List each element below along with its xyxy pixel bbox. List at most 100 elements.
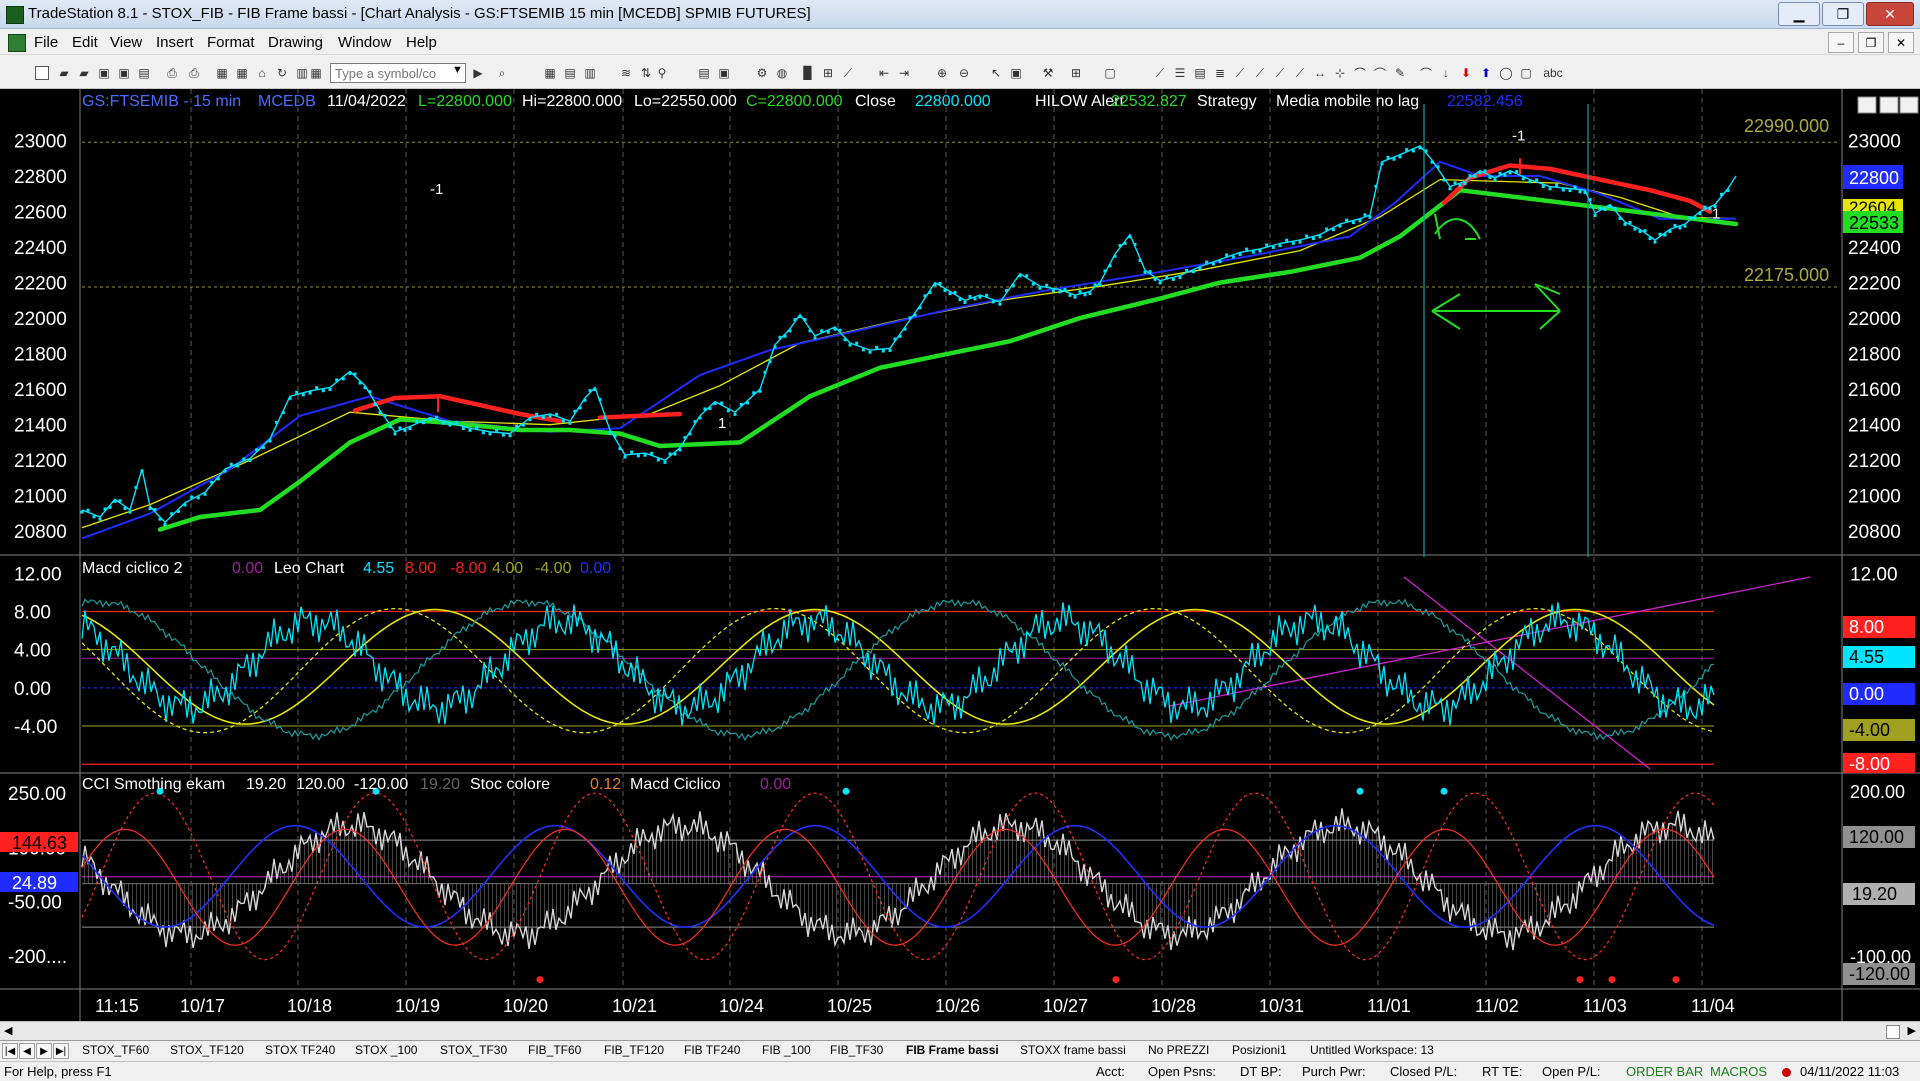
curve-icon[interactable]: ⌒: [1418, 65, 1434, 81]
tab-no-prezzi[interactable]: No PREZZI: [1148, 1043, 1209, 1059]
lock-icon[interactable]: ⌂: [254, 65, 270, 81]
pen-icon[interactable]: ✎: [1392, 65, 1408, 81]
time-cycle-icon[interactable]: ⊹: [1332, 65, 1348, 81]
tab-stox-tf60[interactable]: STOX_TF60: [82, 1043, 149, 1059]
insert-icon[interactable]: ⊞: [1068, 65, 1084, 81]
trade-bar-icon[interactable]: ▤: [696, 65, 712, 81]
tab-untitled-workspace[interactable]: Untitled Workspace: 13: [1310, 1043, 1434, 1059]
menu-view[interactable]: View: [110, 34, 142, 51]
text-tool-icon[interactable]: abc: [1538, 65, 1568, 81]
fib-icon[interactable]: ⟋: [1232, 65, 1248, 81]
tab-fib-tf120[interactable]: FIB_TF120: [604, 1043, 664, 1059]
tab-fib-tf60[interactable]: FIB_TF60: [528, 1043, 581, 1059]
scroll-right-icon[interactable]: ⇥: [896, 65, 912, 81]
rectangle-icon[interactable]: ▢: [1518, 65, 1534, 81]
tab-stox-tf30[interactable]: STOX_TF30: [440, 1043, 507, 1059]
save-icon[interactable]: ▣: [96, 65, 112, 81]
tab-first-icon[interactable]: |◀: [2, 1043, 18, 1059]
menu-insert[interactable]: Insert: [156, 34, 194, 51]
trendline-icon[interactable]: ⟋: [1152, 65, 1168, 81]
menu-window[interactable]: Window: [338, 34, 391, 51]
folder-icon[interactable]: ▤: [136, 65, 152, 81]
document-icon[interactable]: [8, 34, 26, 52]
tab-fib-tf30[interactable]: FIB_TF30: [830, 1043, 883, 1059]
wrench-icon[interactable]: ⚒: [1040, 65, 1056, 81]
candle-icon[interactable]: ⊞: [820, 65, 836, 81]
arrow-down-icon[interactable]: ⬇: [1458, 65, 1474, 81]
speed-icon[interactable]: ⟋: [1272, 65, 1288, 81]
scroll-thumb[interactable]: [1886, 1025, 1900, 1039]
format-icon[interactable]: ▣: [1008, 65, 1024, 81]
ellipse-icon[interactable]: ◯: [1498, 65, 1514, 81]
mdi-minimize-button[interactable]: –: [1828, 32, 1854, 53]
window-icon[interactable]: ▦: [214, 65, 230, 81]
refresh-icon[interactable]: ↻: [274, 65, 290, 81]
tab-stox-tf120[interactable]: STOX_TF120: [170, 1043, 244, 1059]
hline-icon[interactable]: ☰: [1172, 65, 1188, 81]
menu-edit[interactable]: Edit: [72, 34, 98, 51]
tab-stox-100[interactable]: STOX _100: [355, 1043, 417, 1059]
chart-icon[interactable]: ▦: [542, 65, 558, 81]
tab-stox-tf240[interactable]: STOX TF240: [265, 1043, 335, 1059]
menu-help[interactable]: Help: [406, 34, 437, 51]
lookup-icon[interactable]: ⌕: [494, 65, 510, 81]
menu-file[interactable]: File: [34, 34, 58, 51]
matrix-icon[interactable]: ▥: [582, 65, 598, 81]
save-all-icon[interactable]: ▣: [116, 65, 132, 81]
gann-icon[interactable]: ⟋: [1252, 65, 1268, 81]
tab-fib-tf240[interactable]: FIB TF240: [684, 1043, 740, 1059]
tab-last-icon[interactable]: ▶|: [53, 1043, 69, 1059]
mdi-restore-button[interactable]: ❐: [1858, 32, 1884, 53]
chart-mdi-minimize[interactable]: [1857, 96, 1877, 114]
order-icon[interactable]: ▣: [716, 65, 732, 81]
minimize-button[interactable]: ▁: [1778, 2, 1820, 26]
order-bar-button[interactable]: ORDER BAR: [1626, 1064, 1703, 1079]
print-preview-icon[interactable]: ⎙: [186, 65, 202, 81]
chart-mdi-close[interactable]: [1899, 96, 1919, 114]
regression-icon[interactable]: ⟋: [1292, 65, 1308, 81]
grid-icon[interactable]: ▦: [308, 65, 324, 81]
print-icon[interactable]: ⎙: [164, 65, 180, 81]
option-icon[interactable]: ⚙: [754, 65, 770, 81]
tab-stoxx-frame-bassi[interactable]: STOXX frame bassi: [1020, 1043, 1126, 1059]
menu-format[interactable]: Format: [207, 34, 255, 51]
arc-icon[interactable]: ⌒: [1352, 65, 1368, 81]
line-chart-icon[interactable]: ⟋: [840, 65, 856, 81]
tab-fib-100[interactable]: FIB _100: [762, 1043, 811, 1059]
tab-prev-icon[interactable]: ◀: [19, 1043, 35, 1059]
hotlist-icon[interactable]: ⇅: [638, 65, 654, 81]
open-workspace-icon[interactable]: ▰: [76, 65, 92, 81]
chart-window[interactable]: 11:15 10/17 10/18 10/19 10/20 10/21 10/24 10/25…: [0, 89, 1920, 1021]
tab-next-icon[interactable]: ▶: [36, 1043, 52, 1059]
channel-icon[interactable]: ≣: [1212, 65, 1228, 81]
window-tile-icon[interactable]: ▦: [234, 65, 250, 81]
arc2-icon[interactable]: ⌒: [1372, 65, 1388, 81]
close-button[interactable]: ✕: [1866, 2, 1914, 26]
tab-posizioni1[interactable]: Posizioni1: [1232, 1043, 1287, 1059]
menu-drawing[interactable]: Drawing: [268, 34, 323, 51]
zoom-out-icon[interactable]: ⊖: [956, 65, 972, 81]
sell-arrow-icon[interactable]: ↓: [1438, 65, 1454, 81]
arrow-both-icon[interactable]: ↔: [1312, 65, 1328, 81]
arrow-up-icon[interactable]: ⬆: [1478, 65, 1494, 81]
globe-icon[interactable]: ◍: [774, 65, 790, 81]
macros-button[interactable]: MACROS: [1710, 1064, 1767, 1079]
pointer-icon[interactable]: ↖: [988, 65, 1004, 81]
chevron-down-icon[interactable]: ▼: [452, 64, 463, 76]
maximize-button[interactable]: ❐: [1822, 2, 1864, 26]
scroll-left-icon[interactable]: ⇤: [876, 65, 892, 81]
horizontal-scrollbar[interactable]: ◀ ▶: [0, 1021, 1920, 1040]
open-icon[interactable]: ▰: [56, 65, 72, 81]
go-arrow-icon[interactable]: ▶: [470, 65, 486, 81]
new-icon[interactable]: [34, 65, 50, 81]
scroll-right-arrow-icon[interactable]: ▶: [1908, 1024, 1916, 1037]
tab-fib-frame-bassi[interactable]: FIB Frame bassi: [906, 1043, 999, 1059]
scroll-left-arrow-icon[interactable]: ◀: [4, 1024, 12, 1037]
mdi-close-button[interactable]: ✕: [1888, 32, 1914, 53]
zoom-in-icon[interactable]: ⊕: [934, 65, 950, 81]
tools-icon[interactable]: ⚲: [654, 65, 670, 81]
disabled-icon[interactable]: ▢: [1102, 65, 1118, 81]
symbol-input[interactable]: [330, 63, 466, 83]
vline-icon[interactable]: ▤: [1192, 65, 1208, 81]
chart-mdi-restore[interactable]: [1879, 96, 1899, 114]
